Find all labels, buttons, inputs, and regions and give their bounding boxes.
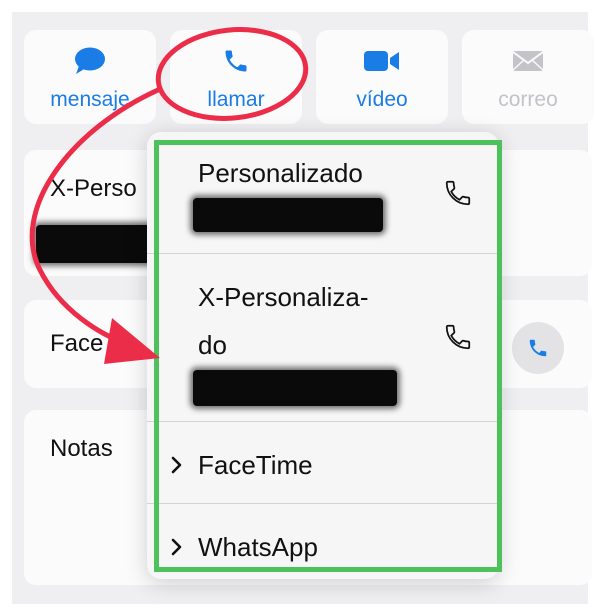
- arrow-head-icon: [104, 318, 160, 364]
- red-annotation: [29, 27, 309, 364]
- highlight-ellipse: [155, 27, 309, 121]
- curved-arrow-shaft: [29, 87, 161, 348]
